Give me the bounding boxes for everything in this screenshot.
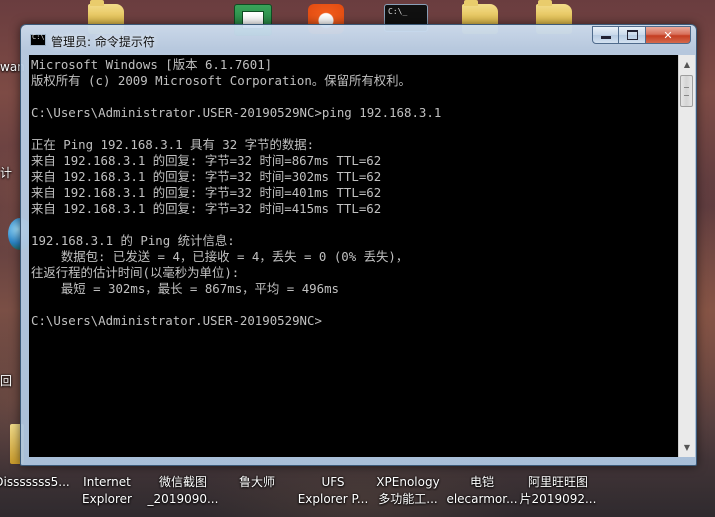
desktop-icon-label[interactable]: Disssssss5...	[0, 474, 72, 491]
maximize-icon	[626, 30, 638, 40]
window-title: 管理员: 命令提示符	[51, 35, 155, 49]
close-icon: ✕	[663, 28, 673, 42]
console-line: C:\Users\Administrator.USER-20190529NC>p…	[31, 105, 442, 120]
desktop-icon-label[interactable]: 微信截图 _2019090...	[143, 474, 223, 508]
desktop-icon-label[interactable]: UFS Explorer P...	[293, 474, 373, 508]
desktop-icon-label[interactable]: XPEnology 多功能工...	[368, 474, 448, 508]
cmd-window[interactable]: 管理员: 命令提示符 ✕ Microsoft Windows [版本 6.1.7…	[20, 24, 697, 466]
console-line: 192.168.3.1 的 Ping 统计信息:	[31, 233, 235, 248]
close-button[interactable]: ✕	[646, 26, 691, 44]
cmd-app-icon[interactable]	[30, 33, 46, 46]
minimize-button[interactable]	[592, 26, 619, 44]
console-line: 来自 192.168.3.1 的回复: 字节=32 时间=867ms TTL=6…	[31, 153, 382, 168]
minimize-icon	[600, 36, 611, 39]
scroll-thumb[interactable]	[680, 75, 693, 107]
desktop-icon-label[interactable]: Internet Explorer	[67, 474, 147, 508]
console-line: 来自 192.168.3.1 的回复: 字节=32 时间=401ms TTL=6…	[31, 185, 382, 200]
console-line: 数据包: 已发送 = 4，已接收 = 4，丢失 = 0 (0% 丢失)，	[31, 249, 409, 264]
desktop-icon-label[interactable]: 鲁大师	[217, 474, 297, 491]
desktop-icon-label[interactable]: 电铠 elecarmor...	[442, 474, 522, 508]
scroll-down-icon[interactable]: ▼	[679, 439, 695, 456]
console-line: C:\Users\Administrator.USER-20190529NC>	[31, 313, 322, 328]
caption-buttons: ✕	[592, 26, 691, 45]
vertical-scrollbar[interactable]: ▲ ▼	[678, 55, 695, 457]
console-line: 来自 192.168.3.1 的回复: 字节=32 时间=415ms TTL=6…	[31, 201, 382, 216]
console-line: 正在 Ping 192.168.3.1 具有 32 字节的数据:	[31, 137, 315, 152]
desktop-icon-label[interactable]: 阿里旺旺图 片2019092...	[518, 474, 598, 508]
console-output[interactable]: Microsoft Windows [版本 6.1.7601] 版权所有 (c) …	[29, 55, 678, 457]
console-line: 版权所有 (c) 2009 Microsoft Corporation。保留所有…	[31, 73, 411, 88]
scroll-up-icon[interactable]: ▲	[679, 56, 695, 73]
console-line: Microsoft Windows [版本 6.1.7601]	[31, 57, 273, 72]
console-line: 来自 192.168.3.1 的回复: 字节=32 时间=302ms TTL=6…	[31, 169, 382, 184]
console-text: Microsoft Windows [版本 6.1.7601] 版权所有 (c) …	[29, 55, 678, 329]
title-bar[interactable]: 管理员: 命令提示符 ✕	[21, 25, 696, 55]
desktop-edge-label[interactable]: 计	[0, 164, 12, 181]
desktop-edge-label[interactable]: 回	[0, 372, 12, 389]
console-line: 最短 = 302ms，最长 = 867ms，平均 = 496ms	[31, 281, 339, 296]
maximize-button[interactable]	[619, 26, 646, 44]
console-line: 往返行程的估计时间(以毫秒为单位):	[31, 265, 240, 280]
